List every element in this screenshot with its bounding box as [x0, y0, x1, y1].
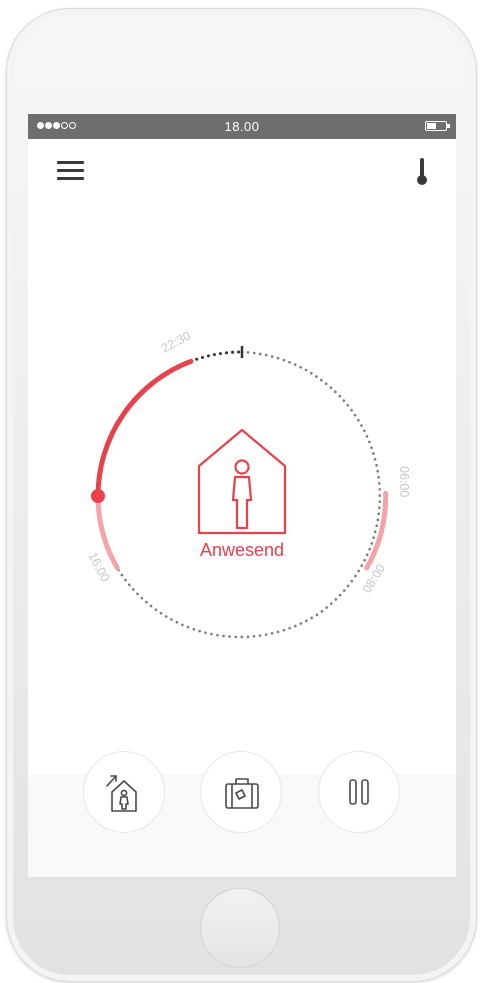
time-label-2230: 22:30	[159, 329, 193, 356]
time-label-0600: 06:00	[397, 466, 411, 497]
away-mode-button[interactable]	[200, 751, 282, 833]
app-screen: 18.00 22:30 06:00 08:00 16:00 Anwesend	[28, 114, 456, 877]
pause-button[interactable]	[318, 751, 400, 833]
home-person-icon	[197, 428, 287, 535]
dial-track	[116, 350, 382, 639]
dial-segment-active	[95, 358, 194, 499]
dial-upcoming-segment	[189, 350, 244, 363]
home-arrow-icon	[106, 775, 137, 812]
dial-segment-morning	[364, 490, 389, 571]
home-mode-button[interactable]	[83, 751, 165, 833]
dial-handle[interactable]	[91, 489, 105, 503]
presence-status: Anwesend	[199, 540, 285, 560]
suitcase-icon	[225, 778, 259, 809]
device-home-button[interactable]	[200, 888, 280, 968]
pause-icon	[349, 779, 369, 805]
time-label-0800: 08:00	[360, 562, 388, 596]
